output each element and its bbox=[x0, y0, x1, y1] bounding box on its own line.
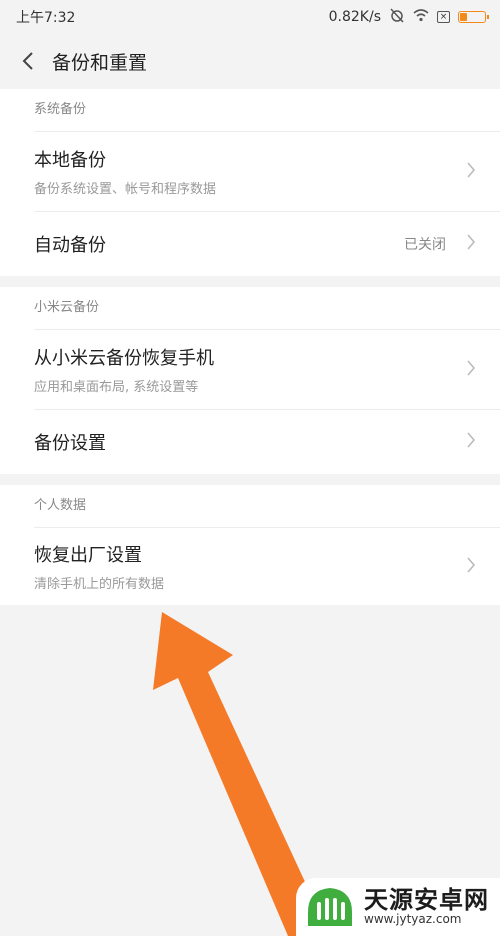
watermark-text: 天源安卓网 www.jytyaz.com bbox=[364, 886, 489, 927]
watermark-logo-icon bbox=[304, 882, 356, 932]
annotation-arrow-icon bbox=[153, 612, 330, 936]
watermark-name: 天源安卓网 bbox=[364, 886, 489, 915]
watermark: 天源安卓网 www.jytyaz.com bbox=[296, 878, 500, 936]
watermark-url: www.jytyaz.com bbox=[364, 912, 462, 927]
